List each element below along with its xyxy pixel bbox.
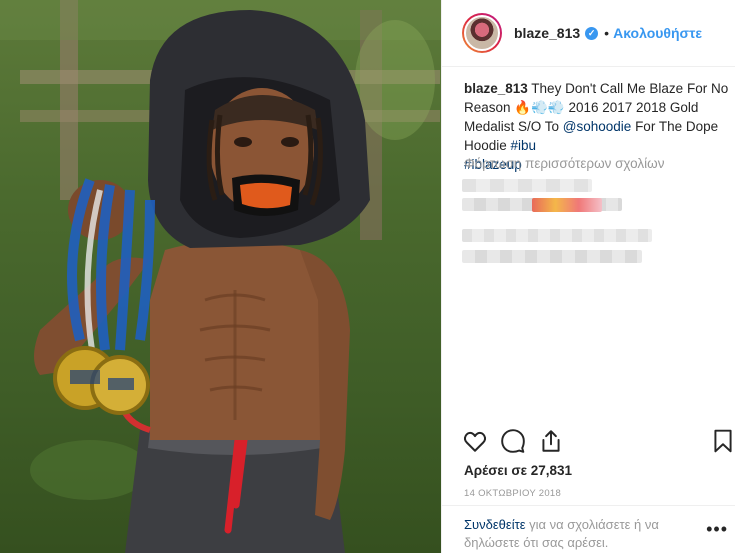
follow-button[interactable]: Ακολουθήστε	[613, 25, 702, 41]
blurred-emoji-strip	[532, 198, 602, 212]
comment-prompt-bar: Συνδεθείτε για να σχολιάσετε ή να δηλώσε…	[442, 505, 735, 553]
hashtag-link[interactable]: #ibu	[511, 138, 537, 153]
blurred-comment	[462, 229, 652, 242]
login-link[interactable]: Συνδεθείτε	[464, 517, 526, 532]
separator-dot: •	[604, 25, 610, 41]
caption-username-link[interactable]: blaze_813	[464, 81, 528, 96]
comment-prompt: Συνδεθείτε για να σχολιάσετε ή να δηλώσε…	[464, 516, 694, 552]
speech-bubble-icon[interactable]	[500, 428, 526, 454]
post-details-panel: blaze_813 ✓ • Ακολουθήστε blaze_813 They…	[441, 0, 735, 553]
post-header: blaze_813 ✓ • Ακολουθήστε	[442, 0, 735, 67]
avatar-image	[464, 15, 500, 51]
verified-badge-icon: ✓	[585, 26, 599, 40]
avatar[interactable]	[462, 13, 502, 53]
post-actions	[462, 428, 735, 458]
post-photo[interactable]	[0, 0, 441, 553]
photo-illustration	[0, 0, 441, 553]
post-date[interactable]: 14 ΟΚΤΩΒΡΙΟΥ 2018	[464, 488, 561, 499]
heart-icon[interactable]	[462, 428, 488, 454]
share-icon[interactable]	[538, 428, 564, 454]
likes-count[interactable]: Αρέσει σε 27,831	[464, 463, 572, 478]
load-more-comments-button[interactable]: Φόρτωση περισσότερων σχολίων	[464, 156, 664, 171]
username-link[interactable]: blaze_813	[514, 25, 580, 41]
caption-emojis: 🔥💨💨	[514, 100, 565, 115]
mention-link[interactable]: @sohoodie	[563, 119, 632, 134]
bookmark-icon[interactable]	[710, 428, 735, 454]
blurred-comment	[462, 179, 592, 192]
blurred-comment	[462, 250, 642, 263]
more-options-icon[interactable]: •••	[706, 520, 728, 538]
